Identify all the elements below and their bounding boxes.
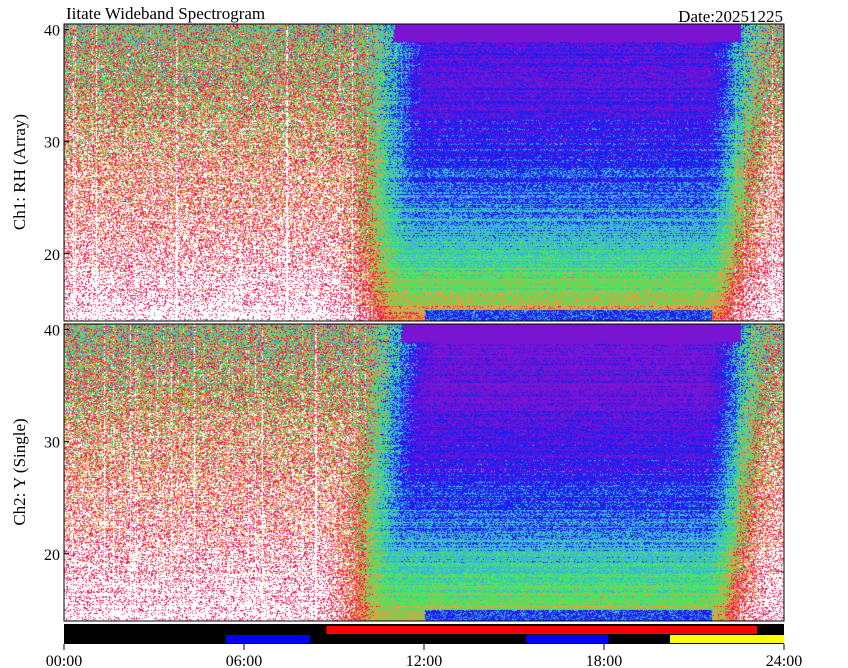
status-segment-3	[670, 635, 784, 643]
y-tick-label-0-0: 20	[44, 247, 60, 264]
x-tick-label-0: 00:00	[46, 653, 82, 668]
panel-ch2-spectrogram	[64, 324, 784, 621]
panel-ch2-ylabel: Ch2: Y (Single)	[10, 418, 29, 525]
y-tick-label-1-1: 30	[44, 435, 60, 452]
x-axis: 00:00 06:00 12:00 18:00 24:00	[46, 644, 802, 668]
panel-ch1-ylabel: Ch1: RH (Array)	[10, 114, 29, 230]
y-tick-label-0-1: 30	[44, 135, 60, 152]
chart-title: Iitate Wideband Spectrogram	[66, 4, 265, 23]
x-tick-label-3: 18:00	[586, 653, 622, 668]
spectrogram-figure: Iitate Wideband Spectrogram Date:2025122…	[10, 4, 802, 668]
panel-ch1-spectrogram	[64, 24, 784, 321]
x-tick-label-2: 12:00	[406, 653, 442, 668]
status-bar	[64, 624, 784, 644]
y-tick-label-1-2: 40	[44, 323, 60, 340]
status-segment-1	[326, 626, 757, 634]
x-tick-label-4: 24:00	[766, 653, 802, 668]
y-tick-label-1-0: 20	[44, 547, 60, 564]
panel-ch2: 20 30 40 Ch2: Y (Single)	[10, 323, 785, 622]
panel-ch1: 20 30 40 Ch1: RH (Array)	[10, 23, 785, 322]
status-segment-2	[526, 635, 609, 643]
y-tick-label-0-2: 40	[44, 23, 60, 40]
status-segment-0	[226, 635, 310, 643]
x-tick-label-1: 06:00	[226, 653, 262, 668]
